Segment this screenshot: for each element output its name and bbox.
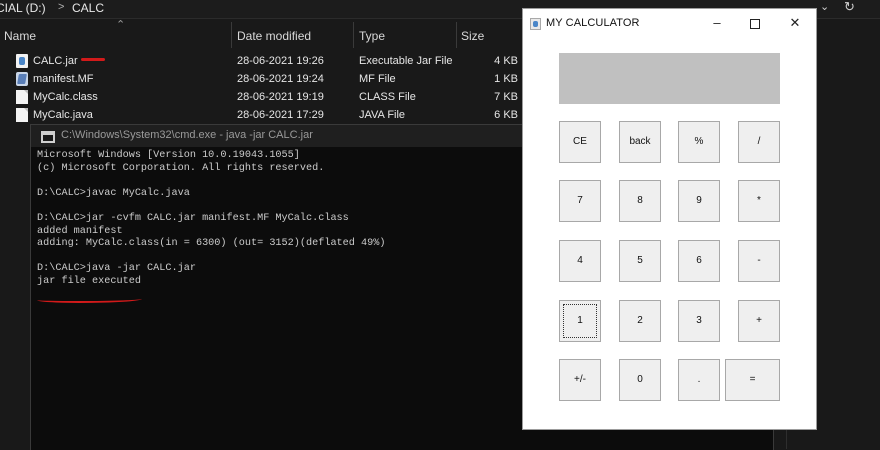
- breadcrumb-separator-icon: >: [58, 1, 65, 13]
- file-row-calc-jar[interactable]: CALC.jar 28-06-2021 19:26 Executable Jar…: [0, 53, 540, 71]
- digit-1-button[interactable]: 1: [559, 300, 601, 342]
- file-name: manifest.MF: [33, 73, 94, 85]
- digit-2-button[interactable]: 2: [619, 300, 661, 342]
- file-type: MF File: [359, 73, 396, 85]
- minimize-button[interactable]: –: [707, 14, 727, 32]
- digit-9-button[interactable]: 9: [678, 180, 720, 222]
- multiply-button[interactable]: *: [738, 180, 780, 222]
- column-date[interactable]: Date modified: [237, 29, 311, 43]
- file-type: CLASS File: [359, 91, 416, 103]
- calculator-title: MY CALCULATOR: [546, 17, 640, 29]
- column-name[interactable]: Name: [4, 29, 36, 43]
- file-name: CALC.jar: [33, 55, 78, 67]
- maximize-icon: [750, 18, 760, 29]
- calculator-display[interactable]: [559, 53, 780, 104]
- close-button[interactable]: ✕: [785, 14, 805, 32]
- red-annotation-mark: [81, 58, 105, 61]
- file-row-manifest[interactable]: manifest.MF 28-06-2021 19:24 MF File 1 K…: [0, 71, 540, 89]
- file-size: 1 KB: [494, 73, 518, 85]
- maximize-button[interactable]: [745, 14, 765, 32]
- calculator-titlebar[interactable]: MY CALCULATOR – ✕: [523, 9, 816, 38]
- file-date: 28-06-2021 19:26: [237, 55, 324, 67]
- digit-8-button[interactable]: 8: [619, 180, 661, 222]
- plus-button[interactable]: +: [738, 300, 780, 342]
- column-header: ⌃ Name Date modified Type Size: [0, 19, 540, 48]
- red-annotation-mark: [37, 296, 142, 303]
- column-divider[interactable]: [353, 22, 354, 48]
- sort-ascending-icon: ⌃: [116, 19, 126, 31]
- digit-5-button[interactable]: 5: [619, 240, 661, 282]
- chevron-down-icon[interactable]: ⌄: [820, 0, 829, 13]
- digit-4-button[interactable]: 4: [559, 240, 601, 282]
- ce-button[interactable]: CE: [559, 121, 601, 163]
- file-size: 7 KB: [494, 91, 518, 103]
- refresh-icon[interactable]: ↻: [844, 0, 855, 15]
- document-icon: [16, 90, 28, 104]
- file-row-mycalc-java[interactable]: MyCalc.java 28-06-2021 17:29 JAVA File 6…: [0, 107, 540, 125]
- digit-6-button[interactable]: 6: [678, 240, 720, 282]
- terminal-icon: [41, 131, 55, 143]
- calculator-window[interactable]: MY CALCULATOR – ✕ CE back % / 7 8 9 * 4 …: [522, 8, 817, 430]
- back-button[interactable]: back: [619, 121, 661, 163]
- file-date: 28-06-2021 19:24: [237, 73, 324, 85]
- file-name: MyCalc.class: [33, 91, 98, 103]
- digit-7-button[interactable]: 7: [559, 180, 601, 222]
- file-type: JAVA File: [359, 109, 406, 121]
- file-name: MyCalc.java: [33, 109, 93, 121]
- file-size: 4 KB: [494, 55, 518, 67]
- file-row-mycalc-class[interactable]: MyCalc.class 28-06-2021 19:19 CLASS File…: [0, 89, 540, 107]
- file-type: Executable Jar File: [359, 55, 453, 67]
- digit-3-button[interactable]: 3: [678, 300, 720, 342]
- negate-button[interactable]: +/-: [559, 359, 601, 401]
- java-app-icon: [530, 18, 541, 30]
- file-size: 6 KB: [494, 109, 518, 121]
- document-icon: [16, 108, 28, 122]
- digit-0-button[interactable]: 0: [619, 359, 661, 401]
- breadcrumb-drive[interactable]: CIAL (D:): [0, 1, 46, 15]
- breadcrumb-folder[interactable]: CALC: [72, 1, 104, 15]
- minus-button[interactable]: -: [738, 240, 780, 282]
- equals-button[interactable]: =: [725, 359, 780, 401]
- file-date: 28-06-2021 17:29: [237, 109, 324, 121]
- column-size[interactable]: Size: [461, 29, 484, 43]
- jar-file-icon: [16, 54, 28, 68]
- cmd-window-title: C:\Windows\System32\cmd.exe - java -jar …: [61, 129, 313, 141]
- manifest-file-icon: [16, 72, 28, 86]
- column-type[interactable]: Type: [359, 29, 385, 43]
- percent-button[interactable]: %: [678, 121, 720, 163]
- column-divider[interactable]: [231, 22, 232, 48]
- file-date: 28-06-2021 19:19: [237, 91, 324, 103]
- divide-button[interactable]: /: [738, 121, 780, 163]
- column-divider[interactable]: [456, 22, 457, 48]
- decimal-button[interactable]: .: [678, 359, 720, 401]
